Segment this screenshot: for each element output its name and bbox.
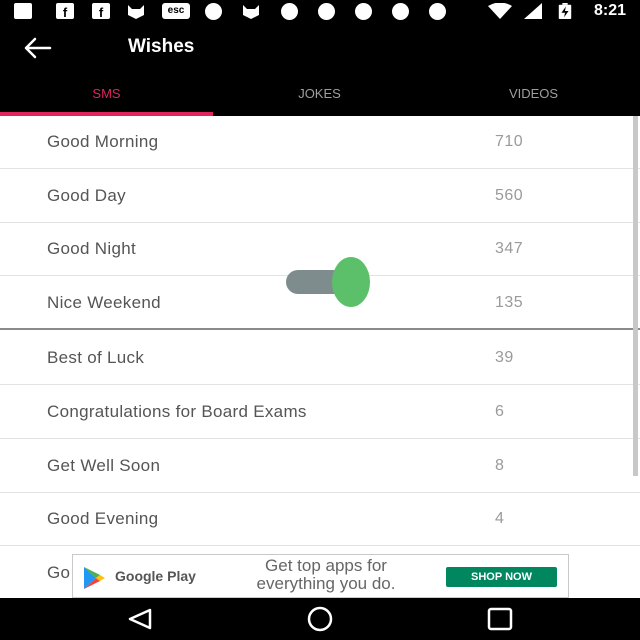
signal-icon bbox=[524, 3, 542, 19]
cat-icon bbox=[243, 5, 259, 19]
list-item-label: Good Night bbox=[47, 239, 136, 258]
back-triangle-icon[interactable] bbox=[120, 604, 160, 634]
list-item-count: 6 bbox=[495, 403, 505, 420]
ad-text: Get top apps for everything you do. bbox=[256, 556, 396, 593]
arrow-left-icon[interactable] bbox=[22, 34, 54, 62]
status-bar: f f esc 8:21 bbox=[0, 0, 640, 24]
google-play-label: Google Play bbox=[115, 568, 196, 584]
list-item-count: 39 bbox=[495, 349, 514, 366]
pinterest-icon bbox=[281, 3, 298, 20]
pinterest-icon bbox=[205, 3, 222, 20]
wifi-icon bbox=[488, 3, 512, 19]
scrollbar[interactable] bbox=[633, 116, 638, 476]
esc-icon: esc bbox=[162, 3, 190, 19]
home-circle-icon[interactable] bbox=[300, 604, 340, 634]
list-item-label: Congratulations for Board Exams bbox=[47, 402, 307, 421]
list-item-label: Good Day bbox=[47, 186, 126, 205]
list-item-label: Go bbox=[47, 563, 71, 582]
tab-bar: SMS JOKES VIDEOS bbox=[0, 74, 640, 116]
list-item-label: Get Well Soon bbox=[47, 456, 161, 475]
pinterest-icon bbox=[429, 3, 446, 20]
toggle-knob bbox=[332, 257, 370, 307]
list-item-count: 135 bbox=[495, 294, 524, 311]
list-item[interactable]: Get Well Soon 8 bbox=[0, 440, 640, 493]
list-item[interactable]: Congratulations for Board Exams 6 bbox=[0, 386, 640, 439]
list-item-count: 8 bbox=[495, 457, 505, 474]
app-bar: Wishes bbox=[0, 24, 640, 74]
list-item[interactable]: Good Evening 4 bbox=[0, 493, 640, 546]
list-item[interactable]: Good Morning 710 bbox=[0, 116, 640, 169]
svg-text:f: f bbox=[63, 5, 68, 19]
battery-charging-icon bbox=[558, 3, 572, 19]
list-item-label: Good Morning bbox=[47, 132, 159, 151]
nav-bar bbox=[0, 598, 640, 640]
tab-sms[interactable]: SMS bbox=[0, 74, 213, 116]
svg-text:f: f bbox=[99, 5, 104, 19]
list-item-count: 4 bbox=[495, 510, 505, 527]
facebook-icon: f bbox=[92, 3, 110, 19]
list-item-count: 560 bbox=[495, 187, 524, 204]
clock: 8:21 bbox=[593, 2, 626, 19]
list-item-label: Good Evening bbox=[47, 509, 159, 528]
recents-square-icon[interactable] bbox=[480, 604, 520, 634]
wishes-list[interactable]: Good Morning 710 Good Day 560 Good Night… bbox=[0, 116, 640, 598]
tab-jokes[interactable]: JOKES bbox=[213, 74, 426, 116]
chat-icon bbox=[14, 3, 32, 19]
pinterest-icon bbox=[318, 3, 335, 20]
pinterest-icon bbox=[355, 3, 372, 20]
ad-banner[interactable]: Google Play Get top apps for everything … bbox=[72, 554, 569, 598]
page-title: Wishes bbox=[128, 36, 195, 57]
facebook-icon: f bbox=[56, 3, 74, 19]
shop-now-button[interactable]: SHOP NOW bbox=[446, 567, 557, 587]
list-item-label: Nice Weekend bbox=[47, 293, 161, 312]
list-item-count: 710 bbox=[495, 133, 524, 150]
pinterest-icon bbox=[392, 3, 409, 20]
list-item-count: 347 bbox=[495, 240, 524, 257]
list-item[interactable]: Good Day 560 bbox=[0, 170, 640, 223]
list-item[interactable]: Best of Luck 39 bbox=[0, 332, 640, 385]
tab-videos[interactable]: VIDEOS bbox=[427, 74, 640, 116]
google-play-icon bbox=[84, 567, 105, 589]
toggle-switch[interactable] bbox=[286, 257, 370, 307]
list-item-label: Best of Luck bbox=[47, 348, 145, 367]
cat-icon bbox=[128, 5, 144, 19]
